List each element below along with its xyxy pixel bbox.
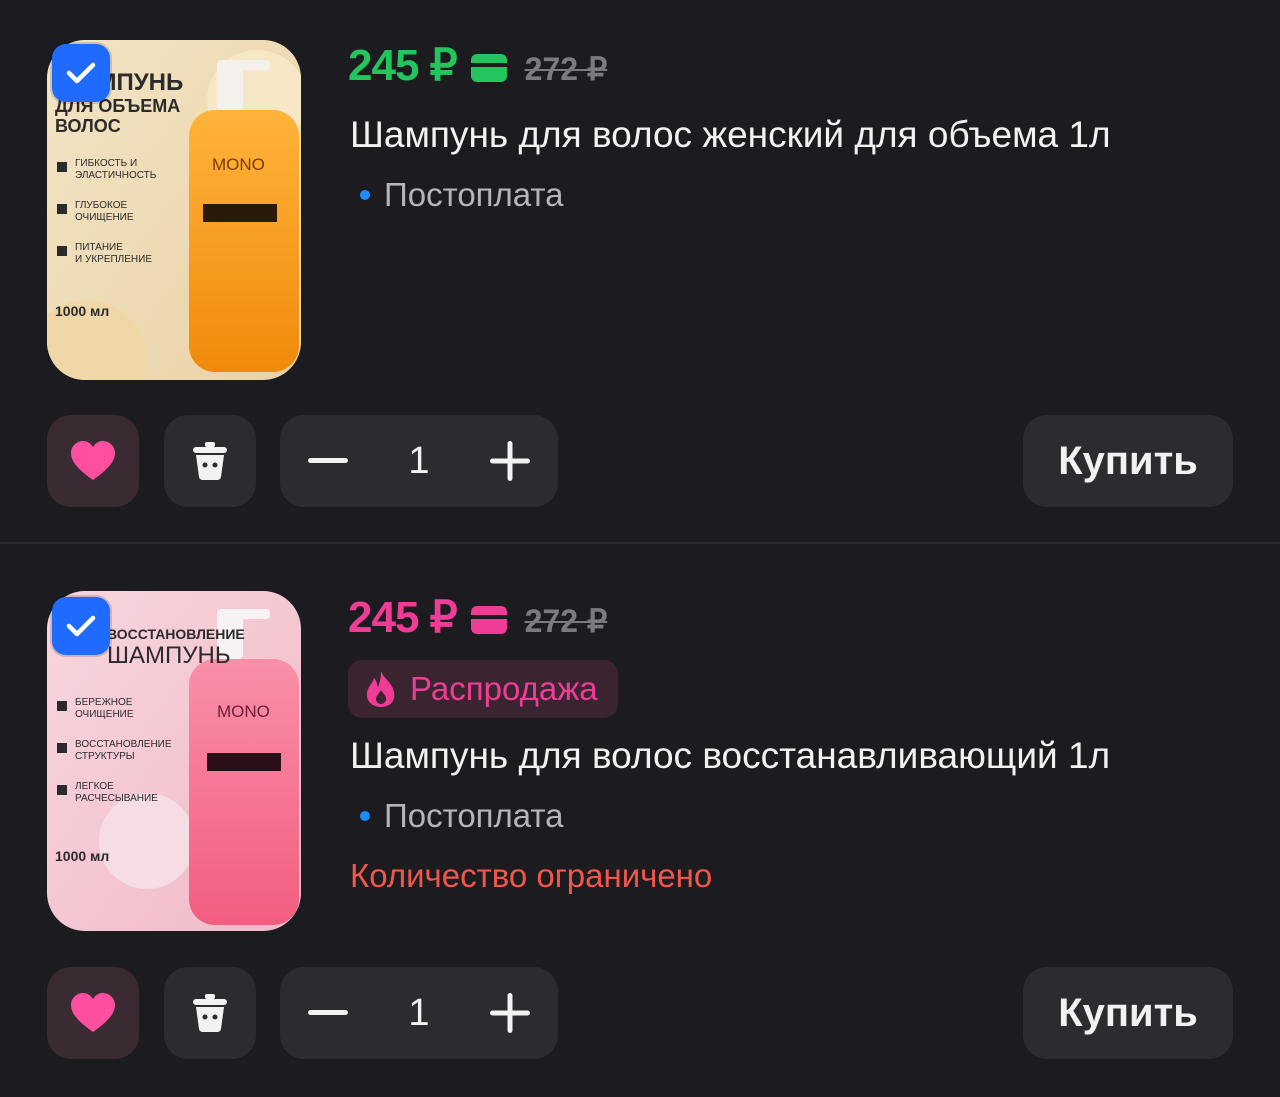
heart-icon — [71, 441, 115, 480]
limited-stock-note: Количество ограничено — [350, 857, 713, 894]
sale-label: Распродажа — [410, 670, 598, 707]
svg-text:ОЧИЩЕНИЕ: ОЧИЩЕНИЕ — [75, 709, 134, 720]
svg-text:ПИТАНИЕ: ПИТАНИЕ — [75, 242, 123, 253]
minus-icon — [308, 458, 348, 463]
current-price: 245 ₽ — [348, 593, 458, 642]
buy-label: Купить — [1058, 990, 1198, 1035]
wallet-icon — [470, 606, 507, 634]
wallet-icon — [470, 54, 507, 82]
product-title[interactable]: Шампунь для волос женский для объема 1л — [350, 114, 1111, 156]
divider — [0, 542, 1280, 544]
quantity-stepper: 1 — [280, 415, 558, 507]
svg-text:MONO: MONO — [212, 155, 265, 174]
svg-text:ГЛУБОКОЕ: ГЛУБОКОЕ — [75, 200, 127, 211]
trash-icon — [193, 994, 227, 1032]
svg-text:1000 мл: 1000 мл — [55, 303, 109, 319]
svg-text:ЭЛАСТИЧНОСТЬ: ЭЛАСТИЧНОСТЬ — [75, 170, 157, 181]
quantity-stepper: 1 — [280, 967, 558, 1059]
favorite-button[interactable] — [47, 415, 139, 507]
buy-button[interactable]: Купить — [1023, 967, 1233, 1059]
increase-button[interactable] — [482, 985, 538, 1041]
select-checkbox[interactable] — [52, 44, 110, 102]
plus-icon — [489, 441, 530, 481]
payment-label: Постоплата — [384, 176, 564, 213]
fire-icon — [366, 671, 395, 707]
check-icon — [66, 62, 96, 84]
svg-text:ШАМПУНЬ: ШАМПУНЬ — [107, 642, 231, 669]
svg-text:БЕРЕЖНОЕ: БЕРЕЖНОЕ — [75, 697, 133, 708]
buy-button[interactable]: Купить — [1023, 415, 1233, 507]
payment-method: Постоплата — [360, 176, 564, 214]
svg-text:ВОЛОС: ВОЛОС — [55, 116, 121, 136]
plus-icon — [489, 993, 530, 1033]
minus-icon — [308, 1010, 348, 1015]
decrease-button[interactable] — [300, 985, 356, 1041]
dot-icon — [360, 190, 370, 200]
svg-text:ОЧИЩЕНИЕ: ОЧИЩЕНИЕ — [75, 212, 134, 223]
svg-text:СТРУКТУРЫ: СТРУКТУРЫ — [75, 751, 135, 762]
cart-item: MONO ВОССТАНОВЛЕНИЕ ШАМПУНЬ БЕРЕЖНОЕ ОЧИ… — [0, 545, 1280, 1097]
svg-text:ВОССТАНОВЛЕНИЕ: ВОССТАНОВЛЕНИЕ — [75, 739, 172, 750]
check-icon — [66, 615, 96, 637]
quantity-value: 1 — [408, 439, 430, 482]
old-price: 272 ₽ — [524, 603, 608, 639]
current-price: 245 ₽ — [348, 41, 458, 90]
old-price: 272 ₽ — [524, 51, 608, 87]
svg-text:MONO: MONO — [217, 702, 270, 721]
cart-item: MONO ШАМПУНЬ ДЛЯ ОБЪЕМА ВОЛОС ГИБКОСТЬ И… — [0, 0, 1280, 542]
svg-text:ЛЕГКОЕ: ЛЕГКОЕ — [75, 781, 114, 792]
price-row: 245 ₽ 272 ₽ — [348, 592, 607, 643]
svg-text:И УКРЕПЛЕНИЕ: И УКРЕПЛЕНИЕ — [75, 254, 152, 265]
delete-button[interactable] — [164, 967, 256, 1059]
favorite-button[interactable] — [47, 967, 139, 1059]
dot-icon — [360, 811, 370, 821]
svg-text:РАСЧЕСЫВАНИЕ: РАСЧЕСЫВАНИЕ — [75, 793, 158, 804]
product-title[interactable]: Шампунь для волос восстанавливающий 1л — [350, 735, 1110, 777]
trash-icon — [193, 442, 227, 480]
decrease-button[interactable] — [300, 433, 356, 489]
buy-label: Купить — [1058, 438, 1198, 483]
select-checkbox[interactable] — [52, 597, 110, 655]
sale-badge: Распродажа — [348, 660, 618, 718]
svg-text:ВОССТАНОВЛЕНИЕ: ВОССТАНОВЛЕНИЕ — [107, 626, 245, 642]
price-row: 245 ₽ 272 ₽ — [348, 40, 607, 91]
heart-icon — [71, 993, 115, 1032]
payment-label: Постоплата — [384, 797, 564, 834]
svg-text:1000 мл: 1000 мл — [55, 848, 109, 864]
delete-button[interactable] — [164, 415, 256, 507]
quantity-value: 1 — [408, 991, 430, 1034]
svg-text:ГИБКОСТЬ И: ГИБКОСТЬ И — [75, 158, 137, 169]
payment-method: Постоплата — [360, 797, 564, 835]
increase-button[interactable] — [482, 433, 538, 489]
